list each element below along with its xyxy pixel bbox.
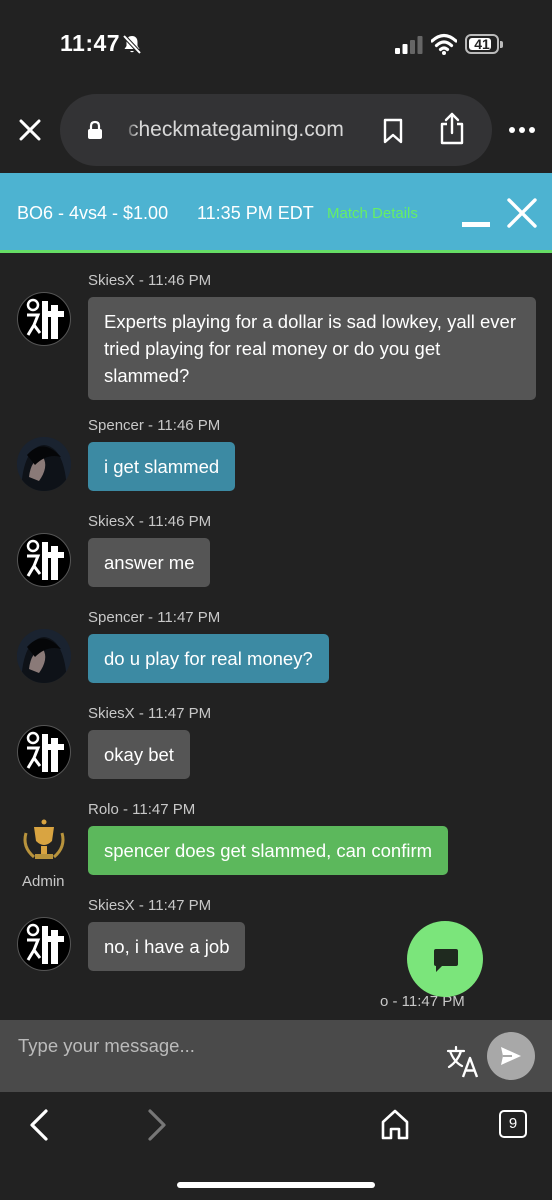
avatar <box>17 533 71 587</box>
wifi-icon <box>431 33 457 55</box>
avatar <box>17 629 71 683</box>
home-icon[interactable] <box>380 1108 410 1140</box>
spencer-avatar-icon <box>17 629 71 683</box>
battery-level: 41 <box>474 36 490 52</box>
message-bubble: do u play for real money? <box>88 634 329 683</box>
send-icon <box>501 1047 521 1065</box>
skiesx-logo-icon <box>26 539 64 580</box>
chat-messages[interactable]: SkiesX - 11:46 PM Experts playing for a … <box>0 256 552 1016</box>
skiesx-logo-icon <box>26 298 64 339</box>
close-tab-icon[interactable] <box>16 116 44 144</box>
home-indicator <box>177 1182 375 1188</box>
message-sender: Spencer - 11:47 PM <box>88 609 221 626</box>
skiesx-logo-icon <box>26 731 64 772</box>
lock-icon <box>88 120 102 139</box>
tabs-button[interactable]: 9 <box>499 1110 527 1138</box>
message-sender: Spencer - 11:46 PM <box>88 417 221 434</box>
avatar <box>17 917 71 971</box>
bookmark-icon[interactable] <box>382 118 404 144</box>
spencer-avatar-icon <box>17 437 71 491</box>
translate-icon[interactable] <box>446 1046 480 1078</box>
url-text: checkmategaming.com <box>128 118 344 141</box>
message-bubble: spencer does get slammed, can confirm <box>88 826 449 875</box>
more-options-icon[interactable] <box>507 118 537 142</box>
skiesx-logo-icon <box>26 923 64 964</box>
message-sender: SkiesX - 11:46 PM <box>88 513 212 530</box>
message-sender: SkiesX - 11:47 PM <box>88 897 212 914</box>
match-header: BO6 - 4vs4 - $1.00 11:35 PM EDT Match De… <box>0 173 552 253</box>
browser-bottom-nav: 9 <box>0 1092 552 1200</box>
avatar <box>17 292 71 346</box>
message-bubble: no, i have a job <box>88 922 246 971</box>
message-bubble: i get slammed <box>88 442 236 491</box>
chat-fab-button[interactable] <box>407 921 483 997</box>
chat-bubble-icon <box>434 949 458 972</box>
match-time: 11:35 PM EDT <box>197 203 314 223</box>
admin-trophy-icon <box>23 819 65 859</box>
close-chat-icon[interactable] <box>506 197 538 229</box>
message-bubble: okay bet <box>88 730 190 779</box>
minimize-icon[interactable] <box>462 222 490 227</box>
avatar <box>17 437 71 491</box>
status-bar: 11:47 41 <box>0 0 552 90</box>
status-time: 11:47 <box>60 30 121 56</box>
battery-indicator: 41 <box>465 34 503 54</box>
message-bubble: Experts playing for a dollar is sad lowk… <box>88 297 536 400</box>
share-icon[interactable] <box>438 112 466 146</box>
avatar <box>17 725 71 779</box>
browser-bar: checkmategaming.com <box>0 90 552 172</box>
forward-arrow-icon[interactable] <box>144 1108 170 1142</box>
message-bubble: answer me <box>88 538 211 587</box>
match-title: BO6 - 4vs4 - $1.00 <box>17 203 169 223</box>
send-button[interactable] <box>487 1032 535 1080</box>
admin-badge: Admin <box>22 873 65 890</box>
match-details-link[interactable]: Match Details <box>327 205 418 222</box>
message-sender: SkiesX - 11:46 PM <box>88 272 212 289</box>
cellular-signal-icon <box>395 36 423 54</box>
back-arrow-icon[interactable] <box>26 1108 52 1142</box>
message-input[interactable] <box>0 1020 430 1092</box>
message-sender: SkiesX - 11:47 PM <box>88 705 212 722</box>
address-bar[interactable]: checkmategaming.com <box>60 94 492 166</box>
bell-muted-icon <box>122 34 142 55</box>
message-sender: Rolo - 11:47 PM <box>88 801 196 818</box>
message-composer <box>0 1020 552 1092</box>
